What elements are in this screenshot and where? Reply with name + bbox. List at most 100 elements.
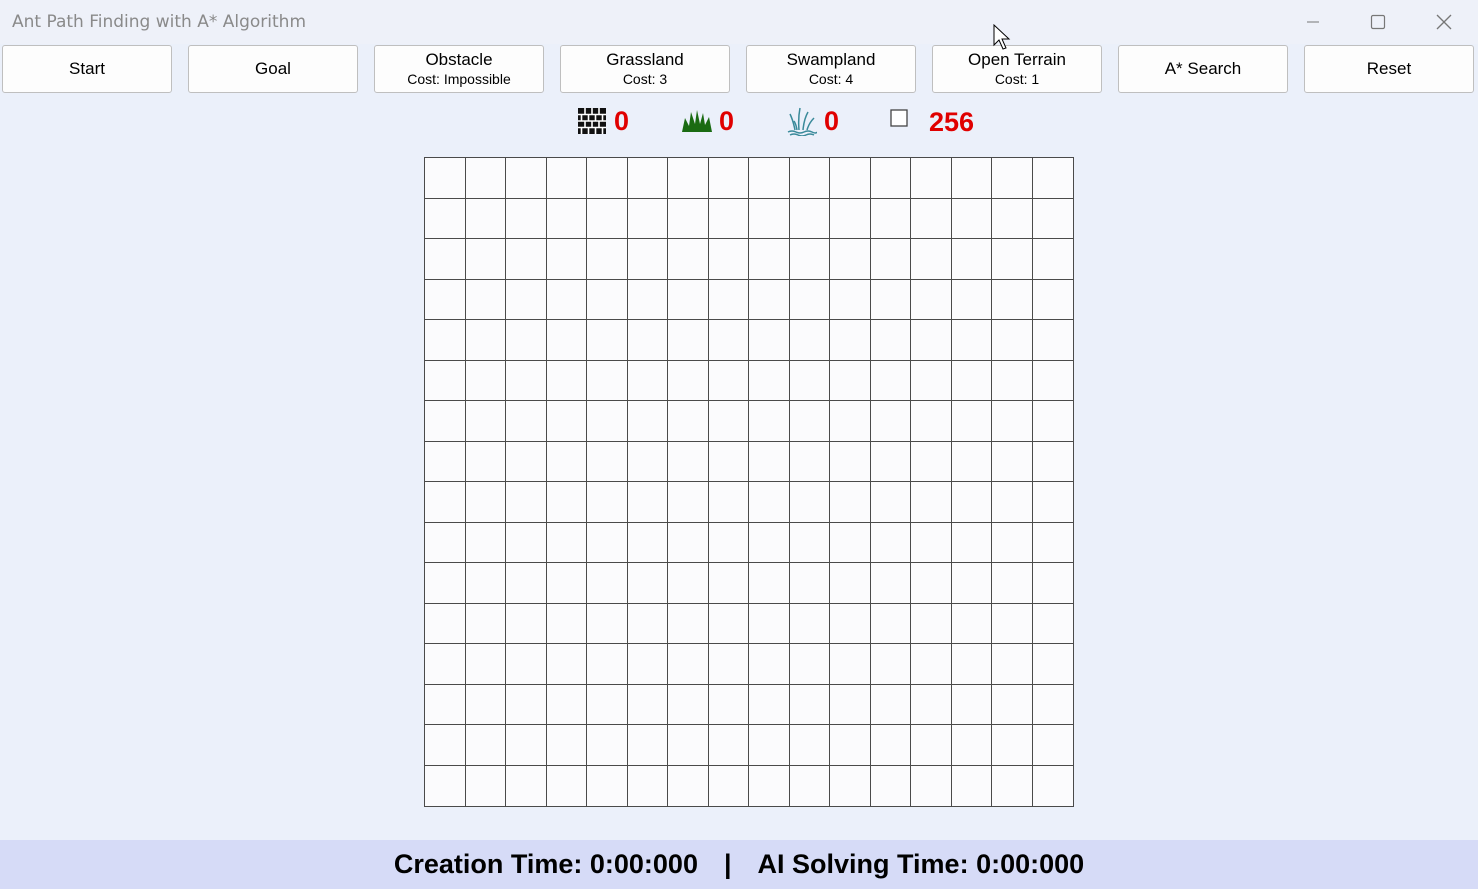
- grid-cell[interactable]: [870, 603, 911, 644]
- grid-cell[interactable]: [789, 320, 830, 361]
- grid-cell[interactable]: [830, 684, 871, 725]
- grid-cell[interactable]: [506, 239, 547, 280]
- grid-cell[interactable]: [587, 603, 628, 644]
- grid-cell[interactable]: [425, 482, 466, 523]
- grid-cell[interactable]: [789, 482, 830, 523]
- grid-cell[interactable]: [1032, 198, 1073, 239]
- grid-cell[interactable]: [789, 239, 830, 280]
- grid-cell[interactable]: [911, 482, 952, 523]
- grid-cell[interactable]: [870, 765, 911, 806]
- grid-cell[interactable]: [506, 765, 547, 806]
- grid-cell[interactable]: [425, 320, 466, 361]
- grid-cell[interactable]: [546, 441, 587, 482]
- grid-cell[interactable]: [951, 765, 992, 806]
- grid-cell[interactable]: [1032, 239, 1073, 280]
- grid-cell[interactable]: [870, 441, 911, 482]
- grid-cell[interactable]: [749, 401, 790, 442]
- grid-cell[interactable]: [465, 644, 506, 685]
- grid-cell[interactable]: [546, 158, 587, 199]
- grid-cell[interactable]: [749, 603, 790, 644]
- a-star-search-button[interactable]: A* Search: [1118, 45, 1288, 93]
- grid-cell[interactable]: [546, 765, 587, 806]
- grid-cell[interactable]: [911, 198, 952, 239]
- grid-cell[interactable]: [992, 765, 1033, 806]
- grid-cell[interactable]: [708, 158, 749, 199]
- obstacle-button[interactable]: Obstacle Cost: Impossible: [374, 45, 544, 93]
- grid-cell[interactable]: [627, 603, 668, 644]
- grid-cell[interactable]: [1032, 725, 1073, 766]
- grid-cell[interactable]: [789, 765, 830, 806]
- grid-cell[interactable]: [465, 603, 506, 644]
- grid-cell[interactable]: [830, 725, 871, 766]
- grid-cell[interactable]: [911, 320, 952, 361]
- grid-cell[interactable]: [1032, 644, 1073, 685]
- grid-cell[interactable]: [870, 644, 911, 685]
- grid-cell[interactable]: [465, 158, 506, 199]
- grid-cell[interactable]: [465, 482, 506, 523]
- grid-cell[interactable]: [546, 603, 587, 644]
- grid-cell[interactable]: [587, 725, 628, 766]
- grid-cell[interactable]: [749, 239, 790, 280]
- grid-cell[interactable]: [546, 725, 587, 766]
- grid-cell[interactable]: [789, 522, 830, 563]
- grid-cell[interactable]: [506, 522, 547, 563]
- grid-cell[interactable]: [627, 279, 668, 320]
- grid-cell[interactable]: [668, 522, 709, 563]
- grid-cell[interactable]: [870, 684, 911, 725]
- grid-cell[interactable]: [992, 360, 1033, 401]
- grid-cell[interactable]: [1032, 158, 1073, 199]
- path-grid[interactable]: [424, 157, 1074, 807]
- grid-cell[interactable]: [830, 563, 871, 604]
- grid-cell[interactable]: [911, 684, 952, 725]
- grid-cell[interactable]: [1032, 320, 1073, 361]
- grid-cell[interactable]: [425, 158, 466, 199]
- grid-cell[interactable]: [708, 401, 749, 442]
- grid-cell[interactable]: [749, 644, 790, 685]
- grid-cell[interactable]: [425, 401, 466, 442]
- grid-cell[interactable]: [951, 603, 992, 644]
- grid-cell[interactable]: [465, 765, 506, 806]
- grid-cell[interactable]: [425, 279, 466, 320]
- grid-cell[interactable]: [425, 360, 466, 401]
- grid-cell[interactable]: [870, 279, 911, 320]
- grid-cell[interactable]: [708, 522, 749, 563]
- grid-cell[interactable]: [789, 198, 830, 239]
- grid-cell[interactable]: [749, 482, 790, 523]
- grid-cell[interactable]: [749, 522, 790, 563]
- grid-cell[interactable]: [830, 320, 871, 361]
- grid-cell[interactable]: [668, 725, 709, 766]
- grid-cell[interactable]: [668, 239, 709, 280]
- grid-cell[interactable]: [1032, 563, 1073, 604]
- grid-cell[interactable]: [627, 441, 668, 482]
- grid-cell[interactable]: [708, 239, 749, 280]
- grid-cell[interactable]: [668, 441, 709, 482]
- grid-cell[interactable]: [911, 522, 952, 563]
- grid-cell[interactable]: [587, 765, 628, 806]
- grid-cell[interactable]: [506, 158, 547, 199]
- grid-cell[interactable]: [587, 441, 628, 482]
- grid-cell[interactable]: [951, 401, 992, 442]
- grid-cell[interactable]: [587, 401, 628, 442]
- grid-cell[interactable]: [587, 522, 628, 563]
- grid-cell[interactable]: [789, 401, 830, 442]
- grid-cell[interactable]: [830, 279, 871, 320]
- grid-cell[interactable]: [992, 198, 1033, 239]
- grid-cell[interactable]: [587, 360, 628, 401]
- grid-cell[interactable]: [668, 684, 709, 725]
- grid-cell[interactable]: [951, 158, 992, 199]
- grid-cell[interactable]: [546, 239, 587, 280]
- grid-cell[interactable]: [789, 684, 830, 725]
- grid-cell[interactable]: [465, 684, 506, 725]
- grid-cell[interactable]: [506, 725, 547, 766]
- grid-cell[interactable]: [951, 563, 992, 604]
- grid-cell[interactable]: [911, 644, 952, 685]
- grid-cell[interactable]: [911, 765, 952, 806]
- grid-cell[interactable]: [627, 522, 668, 563]
- grid-cell[interactable]: [992, 441, 1033, 482]
- grid-cell[interactable]: [627, 401, 668, 442]
- grid-cell[interactable]: [830, 401, 871, 442]
- grid-cell[interactable]: [587, 239, 628, 280]
- grid-cell[interactable]: [992, 482, 1033, 523]
- grid-cell[interactable]: [951, 522, 992, 563]
- grid-cell[interactable]: [992, 522, 1033, 563]
